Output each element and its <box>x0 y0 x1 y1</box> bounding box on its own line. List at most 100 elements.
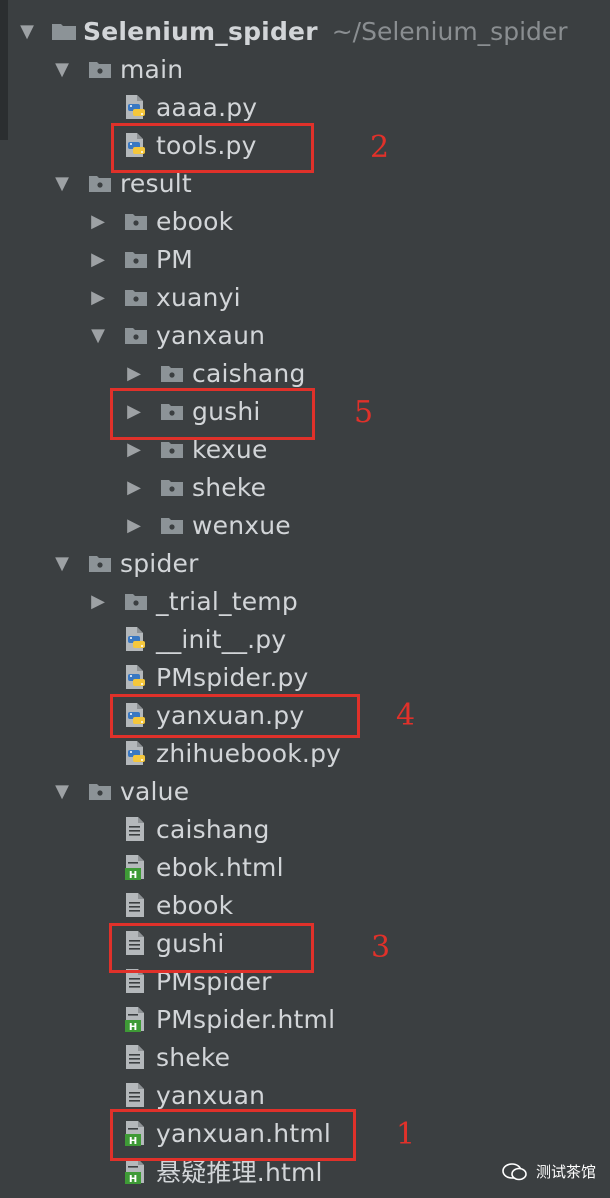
file-row[interactable]: __init__.py <box>0 620 286 658</box>
html-file-icon: H <box>124 848 152 886</box>
chevron-down-icon[interactable]: ▼ <box>15 12 39 50</box>
chevron-right-icon[interactable]: ▶ <box>86 582 110 620</box>
file-row[interactable]: aaaa.py <box>0 88 257 126</box>
chevron-right-icon[interactable]: ▶ <box>86 240 110 278</box>
chevron-down-icon[interactable]: ▼ <box>50 772 74 810</box>
tree-item-label: sheke <box>192 472 267 502</box>
svg-text:H: H <box>129 1174 137 1184</box>
folder-row[interactable]: ▶ caishang <box>0 354 306 392</box>
tree-item-label: zhihuebook.py <box>156 738 342 768</box>
tree-item-label: caishang <box>156 814 270 844</box>
folder-icon <box>88 544 116 582</box>
callout-number-4: 4 <box>396 698 416 733</box>
tree-item-label: __init__.py <box>156 624 287 654</box>
callout-box-3 <box>109 923 314 973</box>
folder-row[interactable]: ▼ value <box>0 772 189 810</box>
file-row[interactable]: sheke <box>0 1038 230 1076</box>
tree-item-label: wenxue <box>192 510 291 540</box>
tree-item-label: PMspider.html <box>156 1004 336 1034</box>
chevron-right-icon[interactable]: ▶ <box>86 202 110 240</box>
folder-row[interactable]: ▼ yanxaun <box>0 316 265 354</box>
chevron-right-icon[interactable]: ▶ <box>122 506 146 544</box>
folder-row[interactable]: ▶ _trial_temp <box>0 582 298 620</box>
folder-row[interactable]: ▶ wenxue <box>0 506 291 544</box>
svg-text:H: H <box>129 870 137 880</box>
tree-item-label: PM <box>156 244 194 274</box>
folder-row[interactable]: ▶ PM <box>0 240 193 278</box>
watermark-text: 测试茶馆 <box>535 1163 596 1181</box>
folder-icon <box>124 202 152 240</box>
tree-item-label: caishang <box>192 358 306 388</box>
chevron-down-icon[interactable]: ▼ <box>50 544 74 582</box>
tree-item-label: yanxuan <box>156 1080 266 1110</box>
text-file-icon <box>124 810 152 848</box>
text-file-icon <box>124 886 152 924</box>
wechat-icon <box>502 1162 527 1180</box>
file-row[interactable]: caishang <box>0 810 270 848</box>
root-path: ~/Selenium_spider <box>331 16 568 46</box>
callout-number-5: 5 <box>354 395 374 430</box>
file-row[interactable]: H PMspider.html <box>0 1000 335 1038</box>
file-row[interactable]: ebook <box>0 886 233 924</box>
folder-icon <box>160 468 188 506</box>
tree-root[interactable]: ▼ Selenium_spider ~/Selenium_spider <box>0 12 568 50</box>
folder-icon <box>88 50 116 88</box>
watermark: 测试茶馆 <box>502 1161 596 1182</box>
folder-icon <box>51 12 79 50</box>
chevron-down-icon[interactable]: ▼ <box>50 50 74 88</box>
folder-icon <box>124 240 152 278</box>
tree-item-label: value <box>120 776 190 806</box>
tree-item-label: ebok.html <box>156 852 284 882</box>
file-row[interactable]: Hebok.html <box>0 848 284 886</box>
folder-icon <box>160 354 188 392</box>
tree-item-label: ebook <box>156 890 234 920</box>
callout-number-3: 3 <box>371 930 391 965</box>
tree-item-label: aaaa.py <box>156 92 258 122</box>
tree-item-label: _trial_temp <box>156 586 298 616</box>
text-file-icon <box>124 1038 152 1076</box>
tree-item-label: PMspider.py <box>156 662 309 692</box>
chevron-right-icon[interactable]: ▶ <box>122 468 146 506</box>
python-file-icon <box>124 620 152 658</box>
callout-box-2 <box>111 123 314 173</box>
tree-item-label: yanxaun <box>156 320 266 350</box>
folder-row[interactable]: ▶ xuanyi <box>0 278 241 316</box>
tree-item-label: main <box>120 54 184 84</box>
folder-icon <box>88 772 116 810</box>
root-name: Selenium_spider <box>83 16 318 46</box>
folder-row[interactable]: ▼ main <box>0 50 183 88</box>
file-row[interactable]: zhihuebook.py <box>0 734 341 772</box>
python-file-icon <box>124 734 152 772</box>
folder-row[interactable]: ▶ sheke <box>0 468 266 506</box>
folder-icon <box>124 582 152 620</box>
chevron-right-icon[interactable]: ▶ <box>86 278 110 316</box>
python-file-icon <box>124 658 152 696</box>
chevron-right-icon[interactable]: ▶ <box>122 354 146 392</box>
chevron-down-icon[interactable]: ▼ <box>50 164 74 202</box>
folder-row[interactable]: ▼ spider <box>0 544 199 582</box>
callout-box-5 <box>110 388 315 440</box>
folder-icon <box>160 506 188 544</box>
python-file-icon <box>124 88 152 126</box>
folder-row[interactable]: ▶ ebook <box>0 202 233 240</box>
file-row[interactable]: PMspider.py <box>0 658 309 696</box>
callout-box-4 <box>110 694 360 738</box>
callout-number-2: 2 <box>370 130 390 165</box>
callout-number-1: 1 <box>396 1117 416 1152</box>
tree-item-label: ebook <box>156 206 234 236</box>
folder-icon <box>124 278 152 316</box>
chevron-down-icon[interactable]: ▼ <box>86 316 110 354</box>
tree-item-label: xuanyi <box>156 282 241 312</box>
